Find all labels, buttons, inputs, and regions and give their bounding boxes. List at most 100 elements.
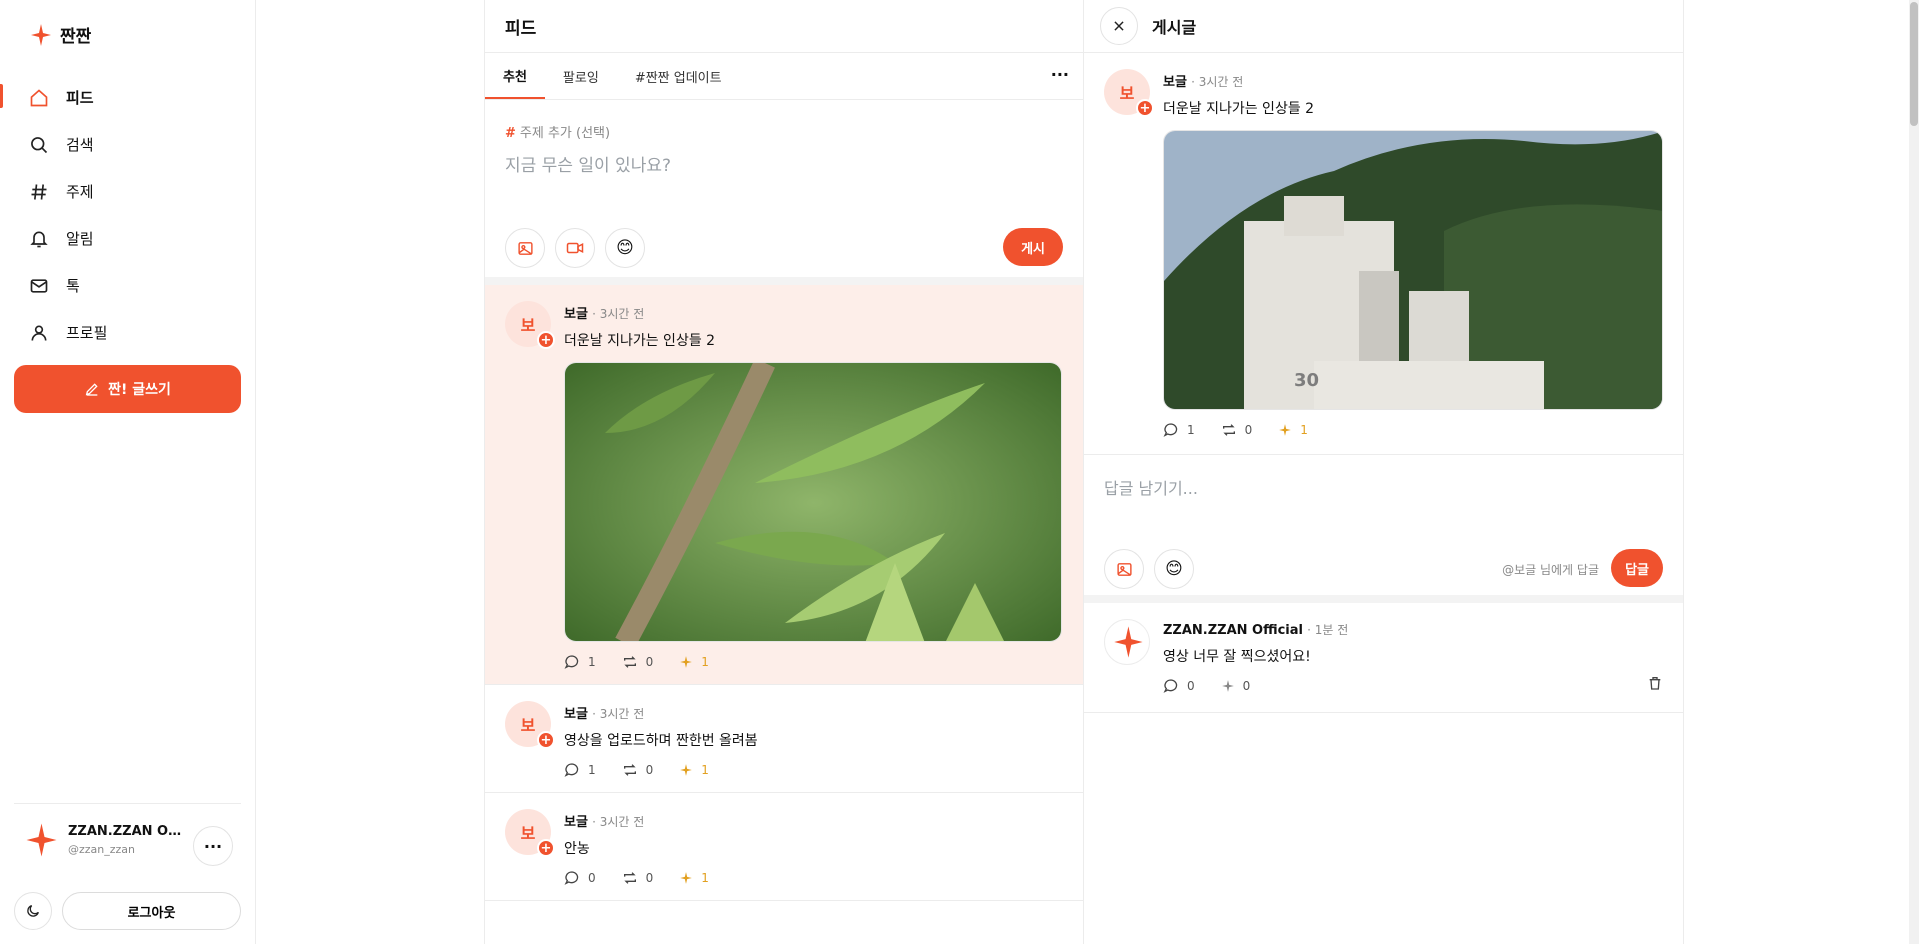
more-icon[interactable]: ··· — [1051, 65, 1069, 84]
add-image-button[interactable] — [1104, 549, 1144, 589]
post-text: 영상을 업로드하며 짠한번 올려봄 — [564, 733, 758, 749]
post-button[interactable]: 게시 — [1003, 228, 1063, 266]
comment-button[interactable]: 1 — [1163, 422, 1195, 438]
feed-column: 피드 추천 팔로잉 #짠짠 업데이트 ··· #주제 추가 (선택) 😊 게시 … — [484, 0, 1084, 944]
home-icon — [28, 87, 50, 109]
post-composer: #주제 추가 (선택) 😊 게시 — [485, 100, 1083, 285]
video-icon — [566, 242, 584, 254]
sidebar-item-profile[interactable]: 프로필 — [0, 309, 256, 356]
avatar[interactable] — [1104, 619, 1150, 665]
follow-plus-icon[interactable]: + — [1136, 99, 1154, 117]
avatar-initial: 보 — [520, 824, 536, 843]
sidebar-item-notifications[interactable]: 알림 — [0, 215, 256, 262]
tab-recommended[interactable]: 추천 — [485, 53, 545, 99]
follow-plus-icon[interactable]: + — [537, 731, 555, 749]
theme-toggle-button[interactable] — [14, 892, 52, 930]
avatar-initial: 보 — [520, 716, 536, 735]
more-icon: ··· — [203, 836, 223, 856]
feed-tabs: 추천 팔로잉 #짠짠 업데이트 ··· — [485, 53, 1083, 100]
avatar[interactable]: 보 + — [505, 301, 555, 349]
sidebar-item-feed[interactable]: 피드 — [0, 74, 256, 121]
comment-count: 0 — [1187, 679, 1195, 693]
repost-button[interactable]: 0 — [1221, 422, 1252, 438]
spark-button[interactable]: 1 — [679, 655, 709, 669]
profile-card[interactable]: ZZAN.ZZAN Official @zzan_zzan — [22, 822, 183, 858]
image-icon — [1116, 562, 1132, 576]
comment-icon — [1163, 423, 1178, 437]
post-time: · 3시간 전 — [592, 707, 645, 721]
follow-plus-icon[interactable]: + — [537, 839, 555, 857]
post-image[interactable] — [564, 362, 1062, 642]
follow-plus-icon[interactable]: + — [537, 331, 555, 349]
composer-input[interactable] — [505, 156, 1065, 176]
write-post-label: 짠! 글쓰기 — [108, 382, 171, 398]
profile-more-button[interactable]: ··· — [193, 826, 233, 866]
tab-zzan-updates[interactable]: #짠짠 업데이트 — [617, 53, 740, 99]
emoji-icon: 😊 — [616, 238, 634, 258]
add-topic-button[interactable]: # 주제 추가 (선택) — [505, 122, 610, 141]
emoji-button[interactable]: 😊 — [1154, 549, 1194, 589]
sidebar-item-label: 톡 — [66, 277, 80, 295]
comment-item: ZZAN.ZZAN Official · 1분 전 영상 너무 잘 찍으셨어요!… — [1084, 603, 1683, 713]
repost-button[interactable]: 0 — [622, 870, 653, 886]
repost-icon — [623, 656, 636, 668]
close-button[interactable] — [1100, 7, 1138, 45]
repost-icon — [1222, 424, 1235, 436]
post-text: 더운날 지나가는 인상들 2 — [564, 333, 716, 349]
feed-post[interactable]: 보 + 보글 · 3시간 전 안농 0 0 1 — [485, 793, 1083, 901]
comment-button[interactable]: 1 — [564, 762, 596, 778]
logout-button[interactable]: 로그아웃 — [62, 892, 241, 930]
emoji-button[interactable]: 😊 — [605, 228, 645, 268]
write-post-button[interactable]: 짠! 글쓰기 — [14, 365, 241, 413]
sidebar-nav: 피드 검색 주제 알림 톡 프로필 — [0, 74, 256, 356]
post-author[interactable]: 보글 — [564, 307, 588, 322]
sidebar-item-topics[interactable]: 주제 — [0, 168, 256, 215]
avatar-initial: 보 — [520, 316, 536, 335]
reply-button[interactable]: 답글 — [1611, 549, 1663, 587]
tab-following[interactable]: 팔로잉 — [545, 53, 617, 99]
feed-post[interactable]: 보 + 보글 · 3시간 전 영상을 업로드하며 짠한번 올려봄 1 0 1 — [485, 685, 1083, 793]
post-image[interactable]: 30 — [1163, 130, 1663, 410]
avatar[interactable]: 보 + — [1104, 69, 1154, 117]
sidebar-item-search[interactable]: 검색 — [0, 121, 256, 168]
spark-button[interactable]: 1 — [1278, 423, 1308, 437]
hash-icon — [28, 181, 50, 203]
page-scrollbar[interactable] — [1909, 0, 1919, 944]
post-author[interactable]: 보글 — [1163, 75, 1187, 90]
comment-count: 0 — [588, 871, 596, 885]
reply-composer: 😊 @보글 님에게 답글 답글 — [1084, 455, 1683, 603]
post-text: 안농 — [564, 841, 590, 857]
avatar[interactable]: 보 + — [505, 701, 555, 749]
add-video-button[interactable] — [555, 228, 595, 268]
post-author[interactable]: 보글 — [564, 815, 588, 830]
profile-name: ZZAN.ZZAN Official — [68, 824, 183, 839]
sidebar-item-talk[interactable]: 톡 — [0, 262, 256, 309]
scrollbar-thumb[interactable] — [1910, 2, 1918, 126]
hash-icon: # — [505, 126, 516, 141]
spark-button[interactable]: 0 — [1221, 679, 1250, 693]
brand[interactable]: 짠짠 — [28, 22, 91, 47]
comment-button[interactable]: 1 — [564, 654, 596, 670]
comment-button[interactable]: 0 — [1163, 678, 1195, 694]
reply-input[interactable] — [1104, 479, 1644, 498]
repost-button[interactable]: 0 — [622, 762, 653, 778]
detail-post: 보 + 보글 · 3시간 전 더운날 지나가는 인상들 2 30 1 0 1 — [1084, 53, 1683, 455]
feed-post[interactable]: 보 + 보글 · 3시간 전 더운날 지나가는 인상들 2 1 0 1 — [485, 285, 1083, 685]
search-icon — [28, 134, 50, 156]
spark-logo-icon — [31, 23, 51, 46]
avatar — [26, 823, 57, 857]
delete-button[interactable] — [1647, 675, 1663, 695]
spark-count: 1 — [701, 763, 709, 777]
repost-button[interactable]: 0 — [622, 654, 653, 670]
repost-icon — [623, 764, 636, 776]
spark-button[interactable]: 1 — [679, 871, 709, 885]
avatar[interactable]: 보 + — [505, 809, 555, 857]
add-image-button[interactable] — [505, 228, 545, 268]
spark-button[interactable]: 1 — [679, 763, 709, 777]
post-time: · 3시간 전 — [592, 307, 645, 321]
comment-author[interactable]: ZZAN.ZZAN Official — [1163, 623, 1303, 638]
spark-count: 1 — [701, 655, 709, 669]
detail-header: 게시글 — [1084, 0, 1683, 53]
comment-button[interactable]: 0 — [564, 870, 596, 886]
post-author[interactable]: 보글 — [564, 707, 588, 722]
